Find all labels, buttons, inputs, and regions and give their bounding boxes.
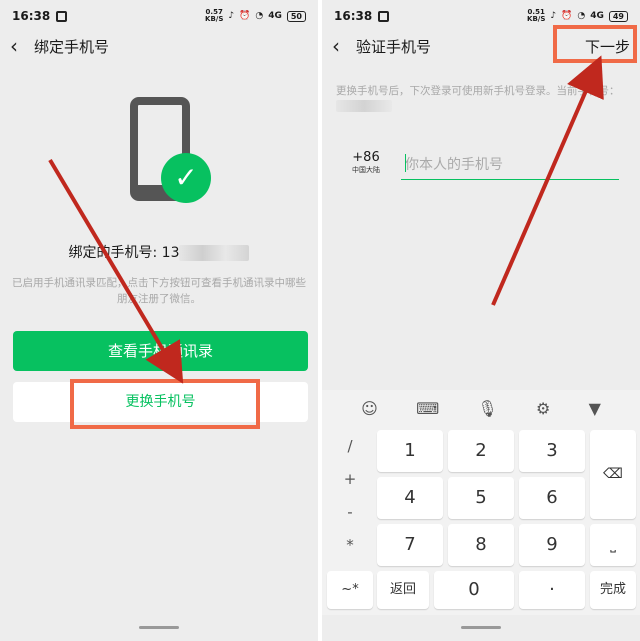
key-0[interactable]: 0 <box>434 571 514 609</box>
net-speed: 0.51 KB/S <box>527 8 546 23</box>
verify-phone-screen: 16:38 0.51 KB/S ♪ ⏰ ◔ 4G 49 ‹ 验证手机号 下一步 更… <box>322 0 640 641</box>
key-5[interactable]: 5 <box>448 477 514 519</box>
battery-icon: 50 <box>286 10 306 22</box>
space-key[interactable]: ⎵ <box>590 524 636 566</box>
key-1[interactable]: 1 <box>377 430 443 472</box>
keyboard-icon[interactable]: ⌨ <box>416 399 439 418</box>
delete-key[interactable]: ⌫ <box>590 430 636 519</box>
back-arrow-icon[interactable]: ‹ <box>10 34 34 58</box>
page-title: 验证手机号 <box>356 37 432 56</box>
bind-phone-screen: 16:38 0.57 KB/S ♪ ⏰ ◔ 4G 50 ‹ 绑定手机号 ✓ 绑定的… <box>0 0 318 641</box>
home-indicator <box>461 626 501 629</box>
check-icon: ✓ <box>161 153 211 203</box>
blurred-number <box>336 100 392 112</box>
space-icon: ⎵ <box>610 537 616 553</box>
notification-icon <box>378 10 390 22</box>
phone-input[interactable] <box>401 150 619 180</box>
settings-icon[interactable]: ⚙ <box>536 399 550 418</box>
alarm-icon: ⏰ <box>561 11 573 21</box>
collapse-icon[interactable]: ▼ <box>589 399 601 418</box>
numeric-keyboard: ☺ ⌨ 🎙 ⚙ ▼ / + - * 1 2 3 ⌫ 4 5 6 7 8 9 ⎵ … <box>322 390 640 615</box>
change-phone-hint: 更换手机号后，下次登录可使用新手机号登录。当前手机号： <box>336 84 626 114</box>
dot-key[interactable]: · <box>519 571 585 609</box>
mic-icon[interactable]: 🎙 <box>477 399 497 418</box>
network-label: 4G <box>590 11 604 21</box>
backspace-icon: ⌫ <box>603 466 623 482</box>
text-caret <box>405 154 406 172</box>
page-title: 绑定手机号 <box>34 37 110 56</box>
wifi-icon: ◔ <box>255 11 264 21</box>
done-key[interactable]: 完成 <box>590 571 636 609</box>
alarm-icon: ⏰ <box>239 11 251 21</box>
symbol-key[interactable]: - <box>327 496 373 529</box>
symbol-key[interactable]: + <box>327 463 373 496</box>
region-label: 中国大陆 <box>352 166 380 174</box>
blurred-number <box>179 245 250 261</box>
battery-icon: 49 <box>608 10 628 22</box>
symbol-key[interactable]: / <box>327 430 373 463</box>
back-key[interactable]: 返回 <box>377 571 429 609</box>
emoji-icon[interactable]: ☺ <box>361 399 378 418</box>
wifi-icon: ◔ <box>577 11 586 21</box>
status-time: 16:38 <box>334 9 373 23</box>
country-code: +86 <box>352 150 380 165</box>
key-7[interactable]: 7 <box>377 524 443 566</box>
nav-bar: ‹ 验证手机号 下一步 <box>322 32 640 60</box>
notification-icon <box>56 10 68 22</box>
bound-phone-label: 绑定的手机号: 13 <box>0 242 318 262</box>
mute-icon: ♪ <box>228 11 235 21</box>
symbol-key[interactable]: * <box>327 529 373 562</box>
mute-icon: ♪ <box>550 11 557 21</box>
key-3[interactable]: 3 <box>519 430 585 472</box>
key-8[interactable]: 8 <box>448 524 514 566</box>
home-indicator <box>139 626 179 629</box>
key-2[interactable]: 2 <box>448 430 514 472</box>
next-button[interactable]: 下一步 <box>585 36 630 57</box>
contacts-hint: 已启用手机通讯录匹配，点击下方按钮可查看手机通讯录中哪些朋友注册了微信。 <box>12 277 306 305</box>
symbol-switch-key[interactable]: ~* <box>327 571 373 609</box>
net-speed: 0.57 KB/S <box>205 8 224 23</box>
nav-bar: ‹ 绑定手机号 <box>0 32 318 60</box>
network-label: 4G <box>268 11 282 21</box>
key-9[interactable]: 9 <box>519 524 585 566</box>
status-bar: 16:38 0.57 KB/S ♪ ⏰ ◔ 4G 50 <box>0 0 318 32</box>
keyboard-toolbar: ☺ ⌨ 🎙 ⚙ ▼ <box>322 390 640 426</box>
status-time: 16:38 <box>12 9 51 23</box>
key-4[interactable]: 4 <box>377 477 443 519</box>
view-contacts-button[interactable]: 查看手机通讯录 <box>13 331 308 371</box>
status-bar: 16:38 0.51 KB/S ♪ ⏰ ◔ 4G 49 <box>322 0 640 32</box>
back-arrow-icon[interactable]: ‹ <box>332 34 356 58</box>
key-6[interactable]: 6 <box>519 477 585 519</box>
change-phone-button[interactable]: 更换手机号 <box>13 382 308 422</box>
symbol-column: / + - * <box>327 430 373 563</box>
country-selector[interactable]: +86 中国大陆 <box>348 150 384 175</box>
